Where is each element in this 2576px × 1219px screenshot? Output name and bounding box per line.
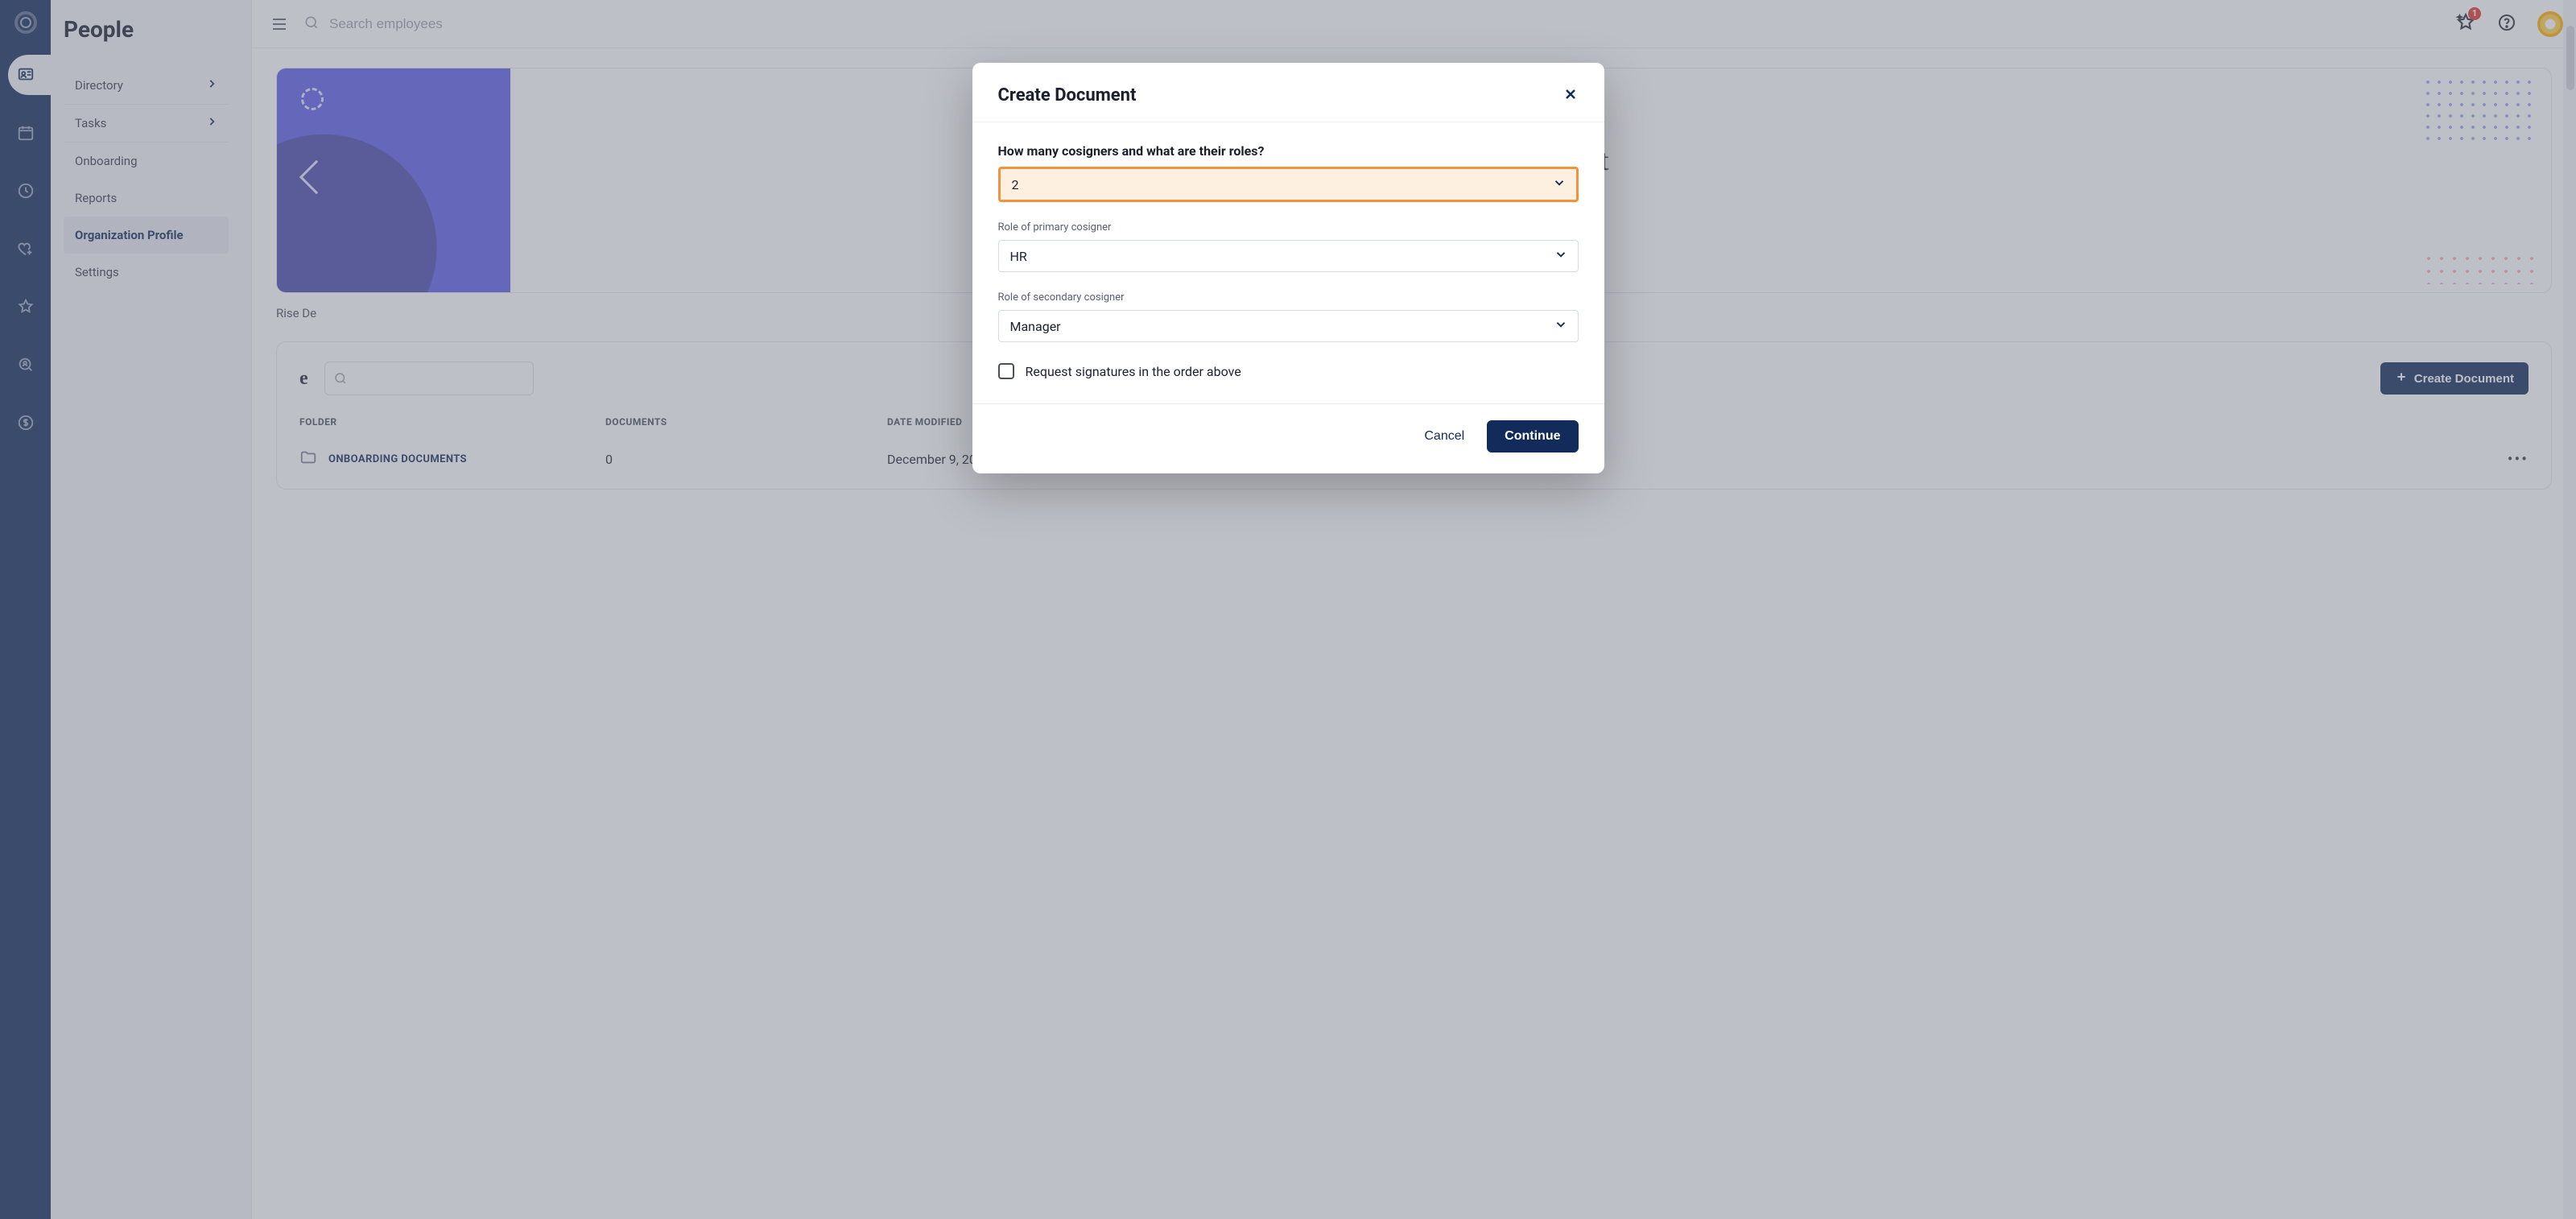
cosigner-count-select[interactable]: 2	[998, 167, 1579, 202]
order-checkbox[interactable]	[998, 363, 1014, 379]
chevron-down-icon	[1552, 176, 1567, 193]
secondary-cosigner-label: Role of secondary cosigner	[998, 291, 1579, 304]
cancel-button[interactable]: Cancel	[1424, 429, 1464, 444]
continue-button[interactable]: Continue	[1487, 420, 1578, 452]
order-checkbox-row: Request signatures in the order above	[998, 363, 1579, 379]
secondary-cosigner-select[interactable]: Manager	[998, 310, 1579, 342]
modal-title: Create Document	[998, 85, 1137, 105]
cosigner-question: How many cosigners and what are their ro…	[998, 143, 1579, 159]
modal-footer: Cancel Continue	[972, 403, 1604, 473]
primary-cosigner-label: Role of primary cosigner	[998, 221, 1579, 233]
primary-cosigner-value: HR	[1010, 249, 1027, 264]
cosigner-count-value: 2	[1012, 177, 1019, 192]
create-document-modal: Create Document How many cosigners and w…	[972, 63, 1604, 473]
chevron-down-icon	[1554, 247, 1568, 265]
modal-overlay: Create Document How many cosigners and w…	[0, 0, 2576, 1219]
close-icon[interactable]	[1563, 86, 1579, 105]
primary-cosigner-select[interactable]: HR	[998, 240, 1579, 272]
order-checkbox-label: Request signatures in the order above	[1026, 364, 1241, 379]
secondary-cosigner-value: Manager	[1010, 319, 1061, 334]
app-root: People Directory Tasks Onboarding Report…	[0, 0, 2576, 1219]
modal-header: Create Document	[972, 63, 1604, 122]
modal-body: How many cosigners and what are their ro…	[972, 122, 1604, 403]
chevron-down-icon	[1554, 317, 1568, 335]
